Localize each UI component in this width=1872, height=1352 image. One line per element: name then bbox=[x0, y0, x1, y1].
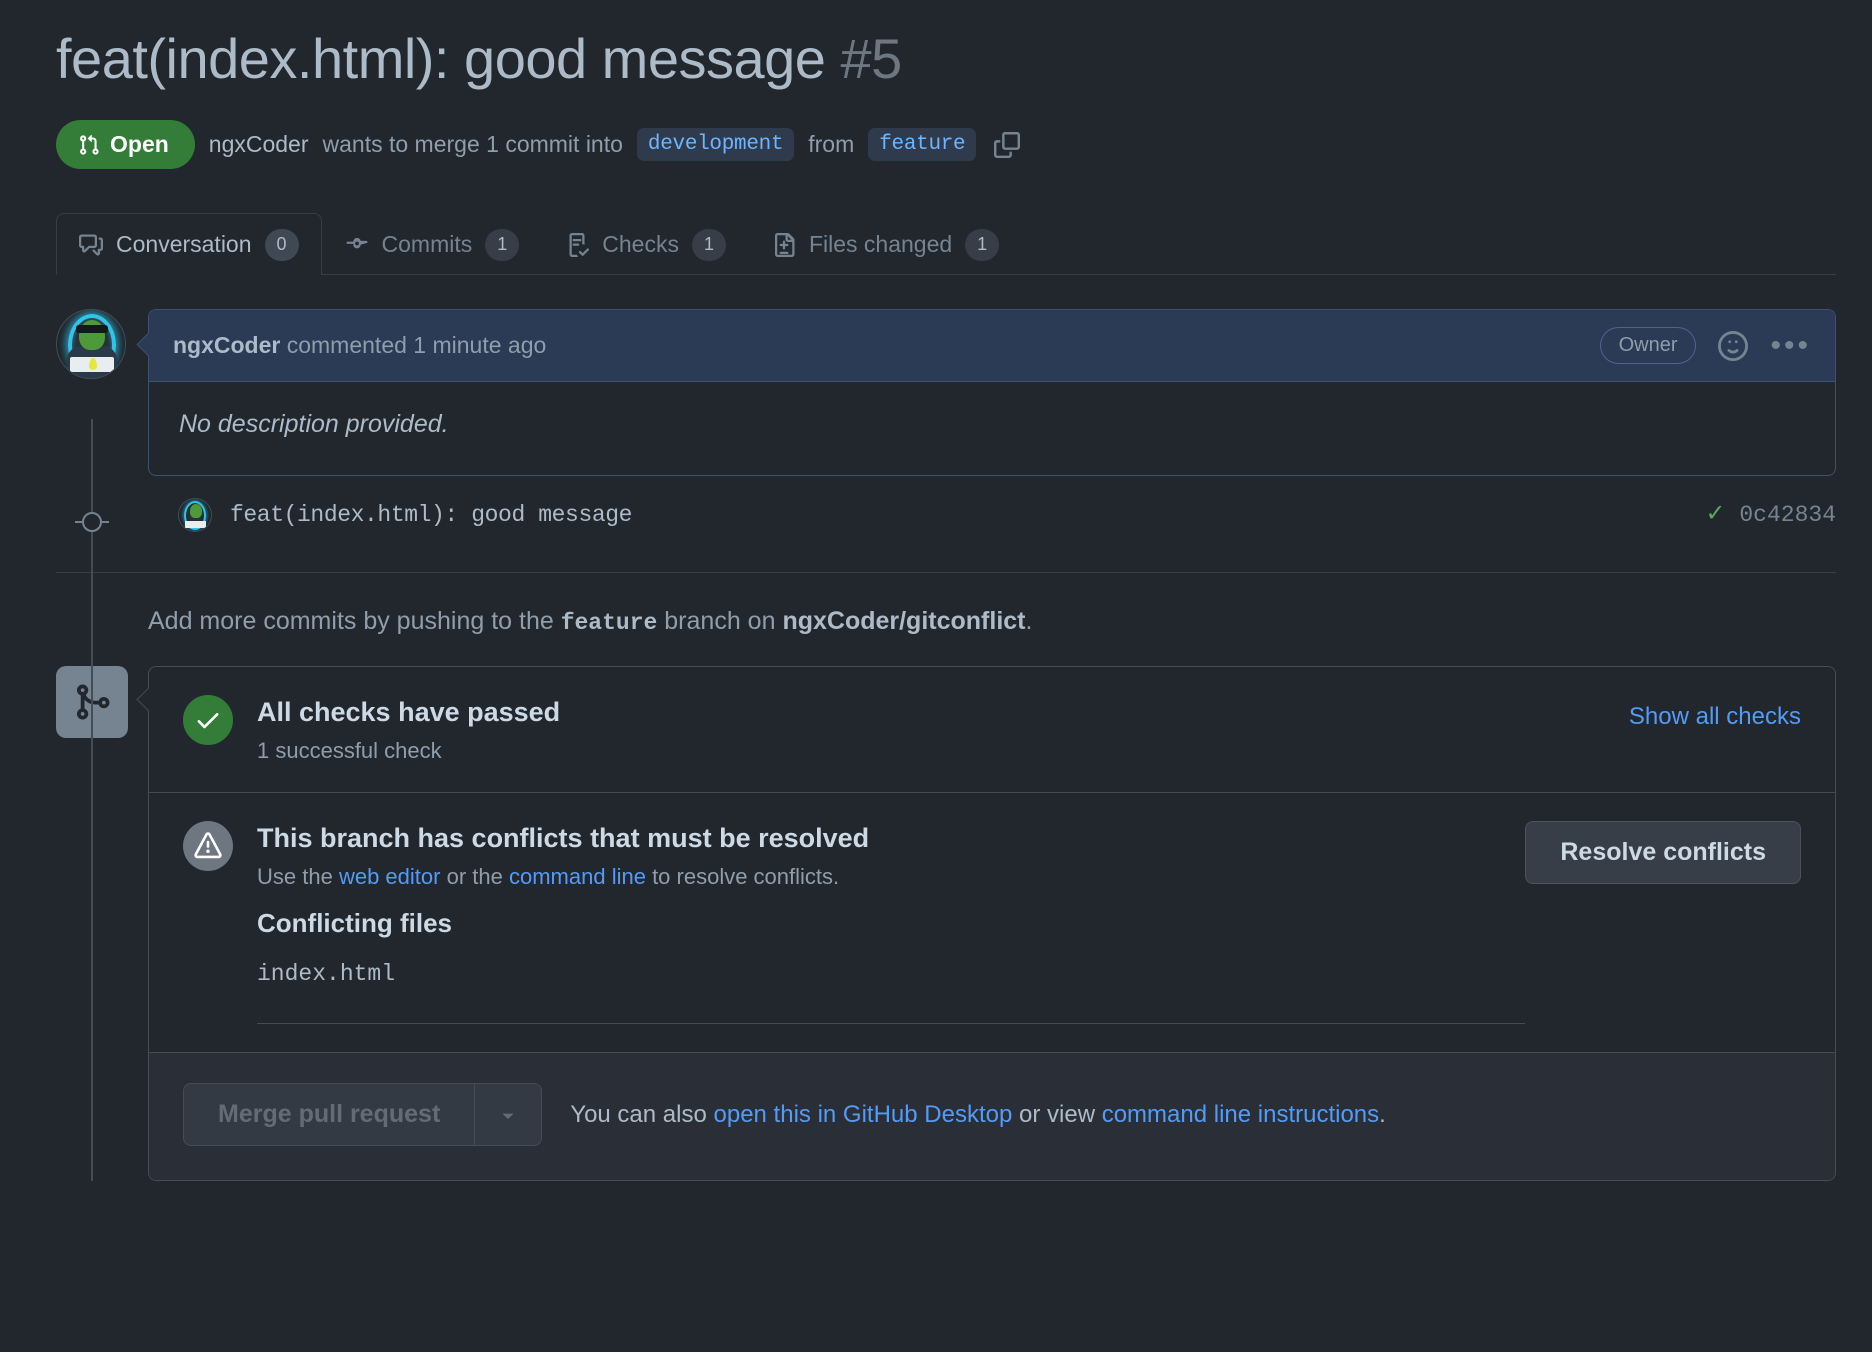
merge-pull-request-button[interactable]: Merge pull request bbox=[183, 1083, 475, 1147]
check-circle-icon bbox=[183, 695, 233, 746]
merge-button-group: Merge pull request bbox=[183, 1083, 543, 1147]
push-note-branch: feature bbox=[560, 610, 658, 637]
commit-author-avatar bbox=[178, 498, 212, 533]
comment-author[interactable]: ngxCoder bbox=[173, 332, 280, 359]
checks-subtitle: 1 successful check bbox=[257, 738, 442, 764]
commit-status-group: ✓ 0c42834 bbox=[1707, 499, 1836, 530]
triangle-down-icon[interactable] bbox=[474, 1083, 543, 1147]
role-badge: Owner bbox=[1599, 327, 1697, 365]
pr-number: #5 bbox=[840, 27, 902, 90]
tab-commits[interactable]: Commits 1 bbox=[322, 213, 543, 275]
git-commit-node-icon bbox=[75, 512, 109, 533]
avatar-flame bbox=[89, 358, 97, 371]
smiley-icon[interactable] bbox=[1718, 330, 1749, 361]
tab-counter: 1 bbox=[485, 228, 520, 261]
push-note-repo: ngxCoder/gitconflict bbox=[782, 607, 1026, 636]
tab-counter: 0 bbox=[264, 228, 299, 261]
mini-avatar-desk bbox=[185, 521, 206, 529]
avatar-wrap bbox=[56, 309, 128, 380]
tab-counter: 1 bbox=[965, 228, 1000, 261]
base-branch-chip[interactable]: development bbox=[636, 128, 795, 162]
checklist-icon bbox=[569, 232, 590, 257]
conflicts-desc-suffix: to resolve conflicts. bbox=[652, 864, 840, 890]
timeline: ngxCoder commented 1 minute ago Owner ••… bbox=[56, 309, 1836, 1182]
check-icon: ✓ bbox=[1707, 499, 1724, 530]
conflicts-desc-middle: or the bbox=[446, 864, 503, 890]
tab-conversation[interactable]: Conversation 0 bbox=[56, 213, 322, 276]
status-badge: Open bbox=[56, 120, 195, 170]
pr-title-text: feat(index.html): good message bbox=[56, 27, 826, 90]
commit-sha[interactable]: 0c42834 bbox=[1739, 502, 1836, 528]
git-pull-request-icon bbox=[80, 134, 99, 155]
pr-subhead: Open ngxCoder wants to merge 1 commit in… bbox=[56, 120, 1836, 170]
conflicts-text: This branch has conflicts that must be r… bbox=[257, 821, 1526, 1025]
pull-request-page: feat(index.html): good message #5 Open n… bbox=[0, 0, 1872, 1182]
page-title: feat(index.html): good message #5 bbox=[56, 26, 1836, 92]
push-note: Add more commits by pushing to the featu… bbox=[148, 607, 1836, 636]
web-editor-link[interactable]: web editor bbox=[339, 864, 441, 889]
tab-checks[interactable]: Checks 1 bbox=[542, 213, 749, 275]
push-note-suffix: . bbox=[1025, 607, 1033, 636]
checks-status-text: All checks have passed 1 successful chec… bbox=[257, 695, 560, 764]
conflicts-description: Use the web editor or the command line t… bbox=[257, 864, 1525, 890]
merge-section: All checks have passed 1 successful chec… bbox=[56, 666, 1836, 1182]
checks-title: All checks have passed bbox=[257, 697, 561, 728]
comment-box: ngxCoder commented 1 minute ago Owner ••… bbox=[148, 309, 1836, 477]
file-diff-icon bbox=[774, 232, 795, 257]
conflicting-file-item: index.html bbox=[257, 961, 396, 988]
timeline-divider bbox=[56, 572, 1836, 574]
conflicts-divider bbox=[257, 1023, 1526, 1025]
comment-body: No description provided. bbox=[179, 410, 449, 439]
push-note-middle: branch on bbox=[664, 607, 776, 636]
avatar[interactable] bbox=[56, 309, 126, 380]
push-note-prefix: Add more commits by pushing to the bbox=[148, 607, 554, 636]
tab-label: Files changed bbox=[808, 231, 953, 258]
copy-icon[interactable] bbox=[994, 131, 1021, 158]
comment-header-actions: Owner ••• bbox=[1599, 327, 1811, 365]
alert-circle-icon bbox=[183, 821, 233, 872]
conflicts-desc-prefix: Use the bbox=[257, 864, 333, 890]
status-badge-label: Open bbox=[110, 131, 169, 158]
merge-footer-text: You can also open this in GitHub Desktop… bbox=[570, 1101, 1386, 1129]
github-desktop-link[interactable]: open this in GitHub Desktop bbox=[714, 1101, 1013, 1128]
conflicts-title: This branch has conflicts that must be r… bbox=[257, 823, 870, 854]
tab-navigation: Conversation 0 Commits 1 Checks 1 Files … bbox=[56, 213, 1836, 276]
pr-author[interactable]: ngxCoder bbox=[209, 131, 309, 158]
commit-message[interactable]: feat(index.html): good message bbox=[230, 502, 632, 528]
git-commit-icon bbox=[346, 237, 368, 248]
tab-label: Commits bbox=[381, 231, 473, 258]
command-line-instructions-link[interactable]: command line instructions bbox=[1102, 1101, 1379, 1128]
comment-thread: ngxCoder commented 1 minute ago Owner ••… bbox=[56, 309, 1836, 477]
head-branch-chip[interactable]: feature bbox=[868, 128, 977, 162]
mini-avatar-head bbox=[190, 504, 202, 519]
merge-footer: Merge pull request You can also open thi… bbox=[149, 1052, 1835, 1181]
merge-text-1: wants to merge 1 commit into bbox=[322, 131, 623, 158]
conflicting-files-heading: Conflicting files bbox=[257, 908, 452, 939]
tab-label: Checks bbox=[602, 231, 679, 258]
footer-text-middle: or view bbox=[1019, 1100, 1096, 1128]
commit-row[interactable]: feat(index.html): good message ✓ 0c42834 bbox=[128, 476, 1836, 554]
footer-text-prefix: You can also bbox=[570, 1100, 707, 1128]
tab-label: Conversation bbox=[116, 231, 252, 258]
tab-counter: 1 bbox=[691, 228, 726, 261]
kebab-horizontal-icon[interactable]: ••• bbox=[1770, 331, 1811, 361]
comment-meta: commented 1 minute ago bbox=[286, 332, 547, 359]
checks-status-section: All checks have passed 1 successful chec… bbox=[149, 667, 1835, 792]
merge-text-2: from bbox=[808, 131, 855, 158]
footer-text-suffix: . bbox=[1379, 1100, 1386, 1128]
show-all-checks-link[interactable]: Show all checks bbox=[1629, 695, 1801, 731]
comment-header: ngxCoder commented 1 minute ago Owner ••… bbox=[149, 310, 1835, 383]
conflicts-section: This branch has conflicts that must be r… bbox=[149, 792, 1835, 1052]
merge-box: All checks have passed 1 successful chec… bbox=[148, 666, 1836, 1182]
avatar-sunglasses bbox=[76, 325, 108, 334]
comment-discussion-icon bbox=[79, 234, 103, 256]
resolve-conflicts-button[interactable]: Resolve conflicts bbox=[1525, 821, 1801, 885]
command-line-link[interactable]: command line bbox=[509, 864, 646, 889]
tab-files-changed[interactable]: Files changed 1 bbox=[749, 213, 1022, 275]
